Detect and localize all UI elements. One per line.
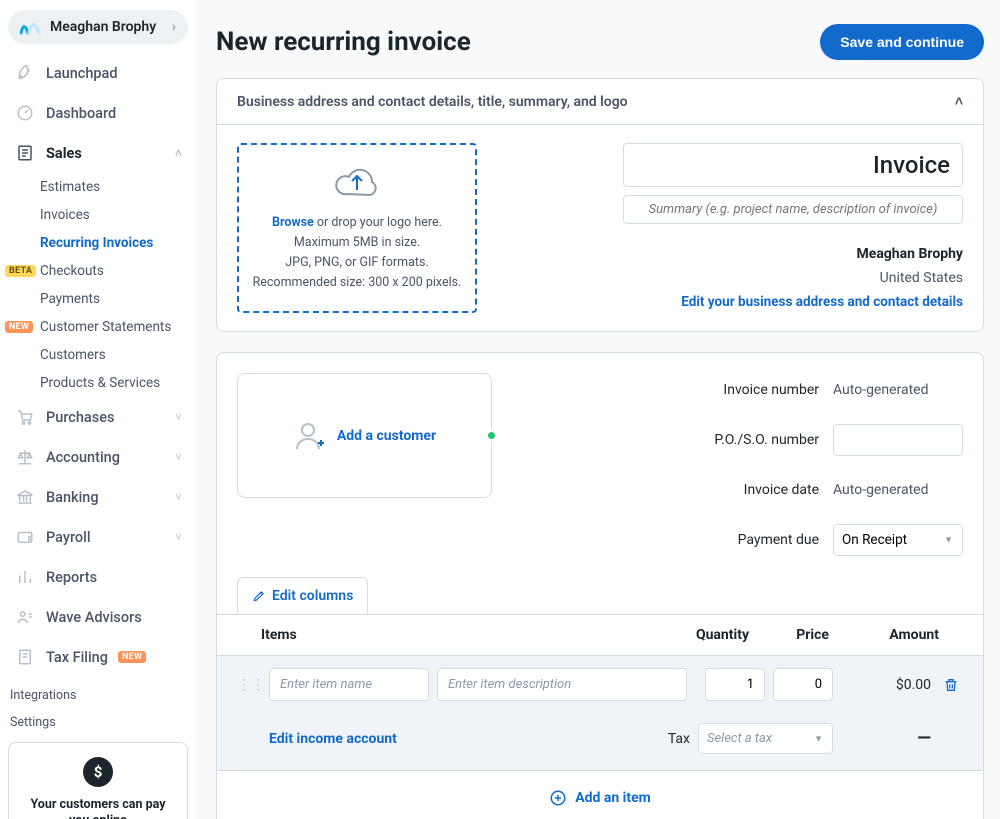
account-name: Meaghan Brophy <box>50 19 156 35</box>
edit-business-link[interactable]: Edit your business address and contact d… <box>681 294 963 310</box>
beta-badge: BETA <box>5 265 36 277</box>
item-amount: $0.00 <box>841 677 931 693</box>
invoice-number-label: Invoice number <box>512 382 819 398</box>
nav-accounting[interactable]: Accounting ˅ <box>8 438 188 476</box>
chevron-up-icon: ˄ <box>955 93 963 110</box>
main-content: New recurring invoice Save and continue … <box>196 0 1000 819</box>
col-quantity: Quantity <box>669 627 749 643</box>
invoice-date-label: Invoice date <box>512 482 819 498</box>
nav-sales-recurring-invoices[interactable]: Recurring Invoices <box>38 230 188 256</box>
payment-due-label: Payment due <box>512 532 819 548</box>
edit-income-account-link[interactable]: Edit income account <box>269 731 652 747</box>
sidebar: Meaghan Brophy › Launchpad Dashboard Sal… <box>0 0 196 819</box>
scales-icon <box>14 446 36 468</box>
add-item-button[interactable]: Add an item <box>217 770 983 819</box>
chevron-down-icon: ˅ <box>175 410 182 424</box>
invoice-icon <box>14 142 36 164</box>
wave-logo-icon <box>20 18 42 36</box>
nav-sales-checkouts[interactable]: BETA Checkouts <box>38 258 188 284</box>
save-continue-button[interactable]: Save and continue <box>820 24 984 60</box>
drag-handle-icon[interactable]: ⋮⋮ <box>237 677 261 693</box>
main-nav: Launchpad Dashboard Sales ˄ Estimates In… <box>8 54 188 676</box>
item-qty-input[interactable] <box>705 668 765 701</box>
chevron-down-icon: ˅ <box>175 490 182 504</box>
nav-sales-customer-statements[interactable]: NEW Customer Statements <box>38 314 188 340</box>
chevron-up-icon: ˄ <box>175 146 182 160</box>
invoice-details-panel: Add a customer Invoice number Auto-gener… <box>216 352 984 819</box>
po-so-label: P.O./S.O. number <box>512 432 819 448</box>
po-so-input[interactable] <box>833 424 963 456</box>
nav-integrations[interactable]: Integrations <box>8 684 188 707</box>
invoice-number-value: Auto-generated <box>833 373 963 407</box>
line-item-row: ⋮⋮ $0.00 <box>217 656 983 713</box>
cloud-upload-icon <box>333 163 381 203</box>
col-price: Price <box>749 627 829 643</box>
nav-sales-invoices[interactable]: Invoices <box>38 202 188 228</box>
item-name-input[interactable] <box>269 668 429 701</box>
nav-payroll[interactable]: Payroll ˅ <box>8 518 188 556</box>
business-panel-toggle[interactable]: Business address and contact details, ti… <box>217 79 983 125</box>
bars-icon <box>14 566 36 588</box>
col-amount: Amount <box>829 627 939 643</box>
nav-reports[interactable]: Reports <box>8 558 188 596</box>
business-panel: Business address and contact details, ti… <box>216 78 984 332</box>
status-dot-icon <box>486 430 497 441</box>
nav-sales-products-services[interactable]: Products & Services <box>38 370 188 396</box>
plus-circle-icon <box>549 789 567 807</box>
delete-item-button[interactable] <box>939 677 963 693</box>
nav-purchases[interactable]: Purchases ˅ <box>8 398 188 436</box>
wallet-icon <box>14 526 36 548</box>
sales-subnav: Estimates Invoices Recurring Invoices BE… <box>38 174 188 396</box>
nav-sales[interactable]: Sales ˄ <box>8 134 188 172</box>
nav-dashboard[interactable]: Dashboard <box>8 94 188 132</box>
sidebar-footer-links: Integrations Settings <box>8 684 188 734</box>
dollar-coin-icon: $ <box>83 757 113 787</box>
promo-card: $ Your customers can pay you online Coll… <box>8 742 188 819</box>
add-customer-card[interactable]: Add a customer <box>237 373 492 498</box>
nav-sales-estimates[interactable]: Estimates <box>38 174 188 200</box>
col-items: Items <box>261 627 669 643</box>
cart-icon <box>14 406 36 428</box>
advisor-icon <box>14 606 36 628</box>
business-name: Meaghan Brophy <box>857 246 964 262</box>
new-badge: NEW <box>5 321 33 333</box>
logo-dropzone[interactable]: Browse or drop your logo here. Maximum 5… <box>237 143 477 313</box>
nav-launchpad[interactable]: Launchpad <box>8 54 188 92</box>
pencil-icon <box>252 589 266 603</box>
bank-icon <box>14 486 36 508</box>
line-item-tax-row: Edit income account Tax Select a tax — <box>217 713 983 770</box>
items-header-row: Items Quantity Price Amount <box>217 614 983 656</box>
browse-link: Browse <box>272 215 314 230</box>
invoice-date-value: Auto-generated <box>833 473 963 507</box>
nav-sales-customers[interactable]: Customers <box>38 342 188 368</box>
chevron-down-icon: ˅ <box>175 450 182 464</box>
item-price-input[interactable] <box>773 668 833 701</box>
tax-doc-icon <box>14 646 36 668</box>
tax-amount-placeholder: — <box>841 728 931 749</box>
edit-columns-tab[interactable]: Edit columns <box>237 577 368 614</box>
person-add-icon <box>293 419 327 453</box>
account-switcher[interactable]: Meaghan Brophy › <box>8 10 188 44</box>
payment-due-select[interactable]: On Receipt <box>833 524 963 556</box>
business-location: United States <box>880 270 963 286</box>
chevron-down-icon: ˅ <box>175 530 182 544</box>
new-badge: NEW <box>118 651 146 663</box>
nav-banking[interactable]: Banking ˅ <box>8 478 188 516</box>
gauge-icon <box>14 102 36 124</box>
chevron-right-icon: › <box>172 19 176 35</box>
rocket-icon <box>14 62 36 84</box>
tax-select[interactable]: Select a tax <box>698 723 833 754</box>
page-title: New recurring invoice <box>216 27 471 57</box>
invoice-title-input[interactable] <box>623 143 963 187</box>
nav-sales-payments[interactable]: Payments <box>38 286 188 312</box>
nav-tax-filing[interactable]: Tax Filing NEW <box>8 638 188 676</box>
promo-title: Your customers can pay you online <box>19 797 177 819</box>
add-customer-label: Add a customer <box>337 428 436 444</box>
invoice-summary-input[interactable] <box>623 195 963 224</box>
nav-settings[interactable]: Settings <box>8 711 188 734</box>
tax-label: Tax <box>660 731 690 747</box>
nav-wave-advisors[interactable]: Wave Advisors <box>8 598 188 636</box>
item-desc-input[interactable] <box>437 668 687 701</box>
